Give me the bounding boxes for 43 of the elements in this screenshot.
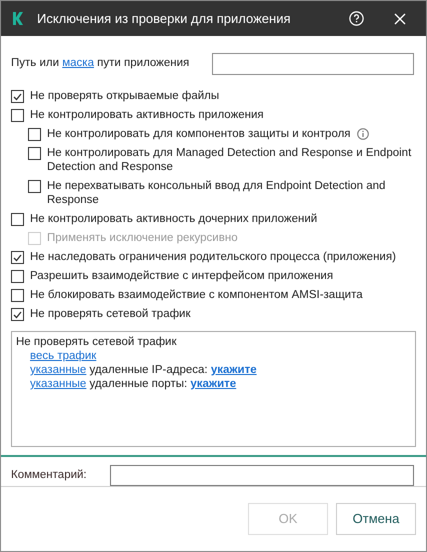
window-title: Исключения из проверки для приложения <box>37 10 291 28</box>
checkbox[interactable] <box>28 128 41 141</box>
checkbox[interactable] <box>28 147 41 160</box>
link[interactable]: весь трафик <box>30 350 96 362</box>
checkbox-label: Применять исключение рекурсивно <box>47 231 238 245</box>
checkbox[interactable] <box>11 90 24 103</box>
checkbox-label: Не контролировать активность дочерних приложений <box>30 212 318 226</box>
checkmark-icon <box>13 310 22 318</box>
path-label: Путь или маска пути приложения <box>11 56 190 72</box>
dialog-button[interactable]: Отмена <box>336 503 416 535</box>
info-icon[interactable] <box>356 128 369 140</box>
checkbox[interactable] <box>11 289 24 302</box>
comment-label: Комментарий: <box>11 468 88 483</box>
checkbox[interactable] <box>11 213 24 226</box>
link[interactable]: указанные <box>30 378 86 390</box>
logo-icon <box>13 12 23 25</box>
link[interactable]: укажите <box>210 364 257 376</box>
checkbox-label: Не блокировать взаимодействие с компонентом AMSI-защита <box>30 288 363 302</box>
checkmark-icon <box>13 92 22 100</box>
checkbox-label: Не перехватывать консольный ввод для Endpoint Detection and Response <box>47 179 386 207</box>
checkbox-label: Не проверять сетевой трафик <box>30 307 191 321</box>
checkbox[interactable] <box>11 308 24 321</box>
checkbox-label: Не наследовать ограничения родительского процесса (приложения) <box>30 250 396 264</box>
close-icon[interactable] <box>394 12 406 24</box>
comment-input-field[interactable] <box>110 465 414 486</box>
traffic-rule: указанные удаленные IP-адреса: укажите <box>29 363 258 377</box>
link[interactable]: указанные <box>30 364 86 376</box>
checkbox[interactable] <box>11 251 24 264</box>
checkbox-label: Разрешить взаимодействие с интерфейсом приложения <box>30 269 334 283</box>
checkbox[interactable] <box>11 270 24 283</box>
help-icon[interactable] <box>349 11 364 26</box>
path-input-field[interactable] <box>212 53 414 75</box>
link[interactable]: маска <box>62 57 94 70</box>
link[interactable]: укажите <box>190 378 236 390</box>
checkbox[interactable] <box>11 109 24 122</box>
panel-title: Не проверять сетевой трафик <box>16 335 178 349</box>
checkbox-label: Не контролировать для Managed Detection and Response и Endpoint Detection and Response <box>47 146 412 174</box>
checkbox[interactable] <box>28 180 41 193</box>
traffic-rule: указанные удаленные порты: укажите <box>29 377 238 391</box>
checkbox-label: Не контролировать активность приложения <box>30 108 264 122</box>
checkbox-label: Не проверять открываемые файлы <box>30 89 220 103</box>
checkbox-label: Не контролировать для компонентов защиты и контроля <box>47 127 351 141</box>
checkmark-icon <box>13 254 22 262</box>
